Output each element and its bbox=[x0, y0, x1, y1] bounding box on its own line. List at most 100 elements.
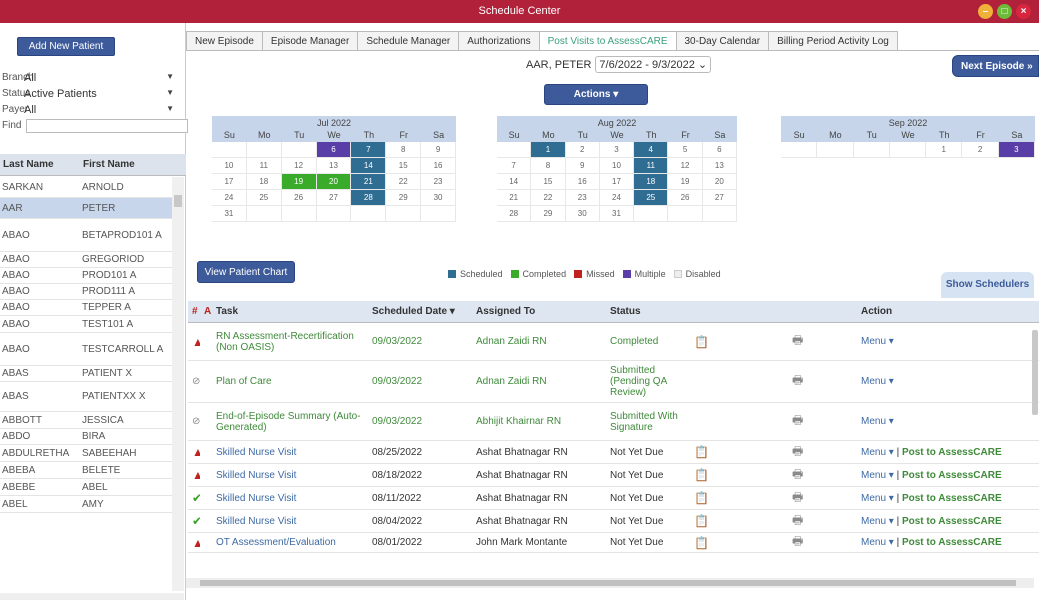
find-input[interactable] bbox=[26, 118, 188, 133]
calendar-day[interactable]: 24 bbox=[599, 190, 635, 206]
scheduled-date[interactable]: 08/01/2022 bbox=[368, 537, 472, 548]
assigned-to[interactable]: Ashat Bhatnagar RN bbox=[472, 516, 606, 527]
menu-dropdown[interactable]: Menu ▾ bbox=[861, 516, 894, 527]
calendar-day[interactable]: 10 bbox=[599, 158, 635, 174]
task-link[interactable]: Skilled Nurse Visit bbox=[212, 516, 368, 527]
patient-row[interactable]: SARKAN ARNOLD bbox=[0, 177, 172, 198]
printer-icon[interactable]: 🖶 bbox=[792, 513, 803, 527]
calendar-day[interactable]: 18 bbox=[246, 174, 282, 190]
close-button[interactable]: × bbox=[1016, 4, 1031, 19]
calendar-day[interactable]: 13 bbox=[702, 158, 737, 174]
maximize-button[interactable]: □ bbox=[997, 4, 1012, 19]
calendar-day[interactable]: 29 bbox=[386, 190, 422, 206]
calendar-day[interactable]: 1 bbox=[531, 142, 566, 158]
calendar-day[interactable]: 22 bbox=[386, 174, 422, 190]
task-link[interactable]: End-of-Episode Summary (Auto-Generated) bbox=[212, 411, 368, 433]
post-to-assesscare-link[interactable]: Post to AssessCARE bbox=[902, 516, 1002, 527]
calendar-day[interactable]: 28 bbox=[497, 206, 532, 222]
printer-icon[interactable]: 🖶 bbox=[792, 444, 803, 458]
scheduled-date[interactable]: 08/18/2022 bbox=[368, 470, 472, 481]
payer-filter[interactable]: Payer All ▼ bbox=[2, 103, 174, 116]
calendar-day[interactable]: 12 bbox=[668, 158, 703, 174]
printer-icon[interactable]: 🖶 bbox=[792, 534, 803, 548]
next-episode-button[interactable]: Next Episode » bbox=[952, 55, 1039, 77]
calendar-day[interactable]: 7 bbox=[351, 142, 387, 158]
task-link[interactable]: Skilled Nurse Visit bbox=[212, 493, 368, 504]
calendar-day[interactable]: 19 bbox=[668, 174, 703, 190]
scheduled-date[interactable]: 09/03/2022 bbox=[368, 336, 472, 347]
post-to-assesscare-link[interactable]: Post to AssessCARE bbox=[902, 470, 1002, 481]
assigned-to[interactable]: Adnan Zaidi RN bbox=[472, 336, 606, 347]
calendar-day[interactable]: 31 bbox=[599, 206, 635, 222]
post-to-assesscare-link[interactable]: Post to AssessCARE bbox=[902, 493, 1002, 504]
menu-dropdown[interactable]: Menu ▾ bbox=[861, 447, 894, 458]
episode-select[interactable]: 7/6/2022 - 9/3/2022 ⌄ bbox=[595, 56, 712, 73]
calendar-day[interactable]: 12 bbox=[281, 158, 317, 174]
assigned-to[interactable]: Ashat Bhatnagar RN bbox=[472, 470, 606, 481]
patient-row[interactable]: ABEL AMY bbox=[0, 496, 172, 513]
task-link[interactable]: OT Assessment/Evaluation bbox=[212, 537, 368, 548]
clipboard-icon[interactable]: 📋 bbox=[694, 468, 709, 482]
calendar-day[interactable]: 5 bbox=[668, 142, 703, 158]
tab-new-episode[interactable]: New Episode bbox=[186, 31, 263, 50]
calendar-day[interactable]: 31 bbox=[212, 206, 247, 222]
calendar-day[interactable]: 29 bbox=[531, 206, 566, 222]
last-name-header[interactable]: Last Name bbox=[0, 154, 80, 175]
patient-row[interactable]: ABAO TESTCARROLL A bbox=[0, 333, 172, 366]
calendar-day[interactable]: 7 bbox=[497, 158, 532, 174]
calendar-day[interactable]: 26 bbox=[281, 190, 317, 206]
calendar-day[interactable]: 2 bbox=[565, 142, 600, 158]
patient-row[interactable]: ABEBE ABEL bbox=[0, 479, 172, 496]
view-patient-chart-button[interactable]: View Patient Chart bbox=[197, 261, 295, 283]
calendar-day[interactable]: 11 bbox=[634, 158, 669, 174]
clipboard-icon[interactable]: 📋 bbox=[694, 335, 709, 349]
assigned-to[interactable]: John Mark Montante bbox=[472, 537, 606, 548]
clipboard-icon[interactable]: 📋 bbox=[694, 445, 709, 459]
patient-hscrollbar[interactable] bbox=[0, 593, 184, 600]
calendar-day[interactable]: 15 bbox=[531, 174, 566, 190]
menu-dropdown[interactable]: Menu ▾ bbox=[861, 416, 894, 427]
patient-row[interactable]: AAR PETER bbox=[0, 198, 172, 219]
patient-row[interactable]: ABAO PROD111 A bbox=[0, 284, 172, 300]
calendar-day[interactable]: 24 bbox=[212, 190, 247, 206]
patient-row[interactable]: ABAO TEST101 A bbox=[0, 316, 172, 333]
tab-post-visits-to-assesscare[interactable]: Post Visits to AssessCARE bbox=[538, 31, 677, 50]
calendar-day[interactable]: 1 bbox=[926, 142, 963, 158]
tab-episode-manager[interactable]: Episode Manager bbox=[261, 31, 359, 50]
calendar-day[interactable]: 20 bbox=[316, 174, 352, 190]
menu-dropdown[interactable]: Menu ▾ bbox=[861, 376, 894, 387]
clipboard-icon[interactable]: 📋 bbox=[694, 491, 709, 505]
calendar-day[interactable]: 19 bbox=[281, 174, 317, 190]
menu-dropdown[interactable]: Menu ▾ bbox=[861, 470, 894, 481]
task-link[interactable]: Plan of Care bbox=[212, 376, 368, 387]
calendar-day[interactable]: 17 bbox=[599, 174, 635, 190]
calendar-day[interactable]: 9 bbox=[565, 158, 600, 174]
minimize-button[interactable]: – bbox=[978, 4, 993, 19]
patient-row[interactable]: ABEBA BELETE bbox=[0, 462, 172, 479]
calendar-day[interactable]: 18 bbox=[634, 174, 669, 190]
calendar-day[interactable]: 6 bbox=[702, 142, 737, 158]
calendar-day[interactable]: 15 bbox=[386, 158, 422, 174]
scheduled-date[interactable]: 08/11/2022 bbox=[368, 493, 472, 504]
task-link[interactable]: Skilled Nurse Visit bbox=[212, 470, 368, 481]
printer-icon[interactable]: 🖶 bbox=[792, 490, 803, 504]
calendar-day[interactable]: 14 bbox=[351, 158, 387, 174]
first-name-header[interactable]: First Name bbox=[80, 154, 172, 175]
calendar-day[interactable]: 23 bbox=[421, 174, 456, 190]
show-schedulers-tab[interactable]: Show Schedulers bbox=[941, 272, 1034, 298]
calendar-day[interactable]: 30 bbox=[565, 206, 600, 222]
assigned-to[interactable]: Abhijit Khairnar RN bbox=[472, 416, 606, 427]
scheduled-date[interactable]: 08/25/2022 bbox=[368, 447, 472, 458]
calendar-day[interactable]: 11 bbox=[246, 158, 282, 174]
task-link[interactable]: Skilled Nurse Visit bbox=[212, 447, 368, 458]
task-header[interactable]: Task bbox=[212, 301, 368, 322]
grid-vscrollbar[interactable] bbox=[1032, 330, 1038, 415]
branch-filter[interactable]: Branch All ▼ bbox=[2, 71, 174, 84]
patient-row[interactable]: ABDO BIRA bbox=[0, 429, 172, 445]
printer-icon[interactable]: 🖶 bbox=[792, 333, 803, 347]
post-to-assesscare-link[interactable]: Post to AssessCARE bbox=[902, 447, 1002, 458]
calendar-day[interactable]: 26 bbox=[668, 190, 703, 206]
scheduled-date[interactable]: 08/04/2022 bbox=[368, 516, 472, 527]
calendar-day[interactable]: 3 bbox=[599, 142, 635, 158]
scheduled-date-header[interactable]: Scheduled Date ▾ bbox=[368, 301, 472, 322]
